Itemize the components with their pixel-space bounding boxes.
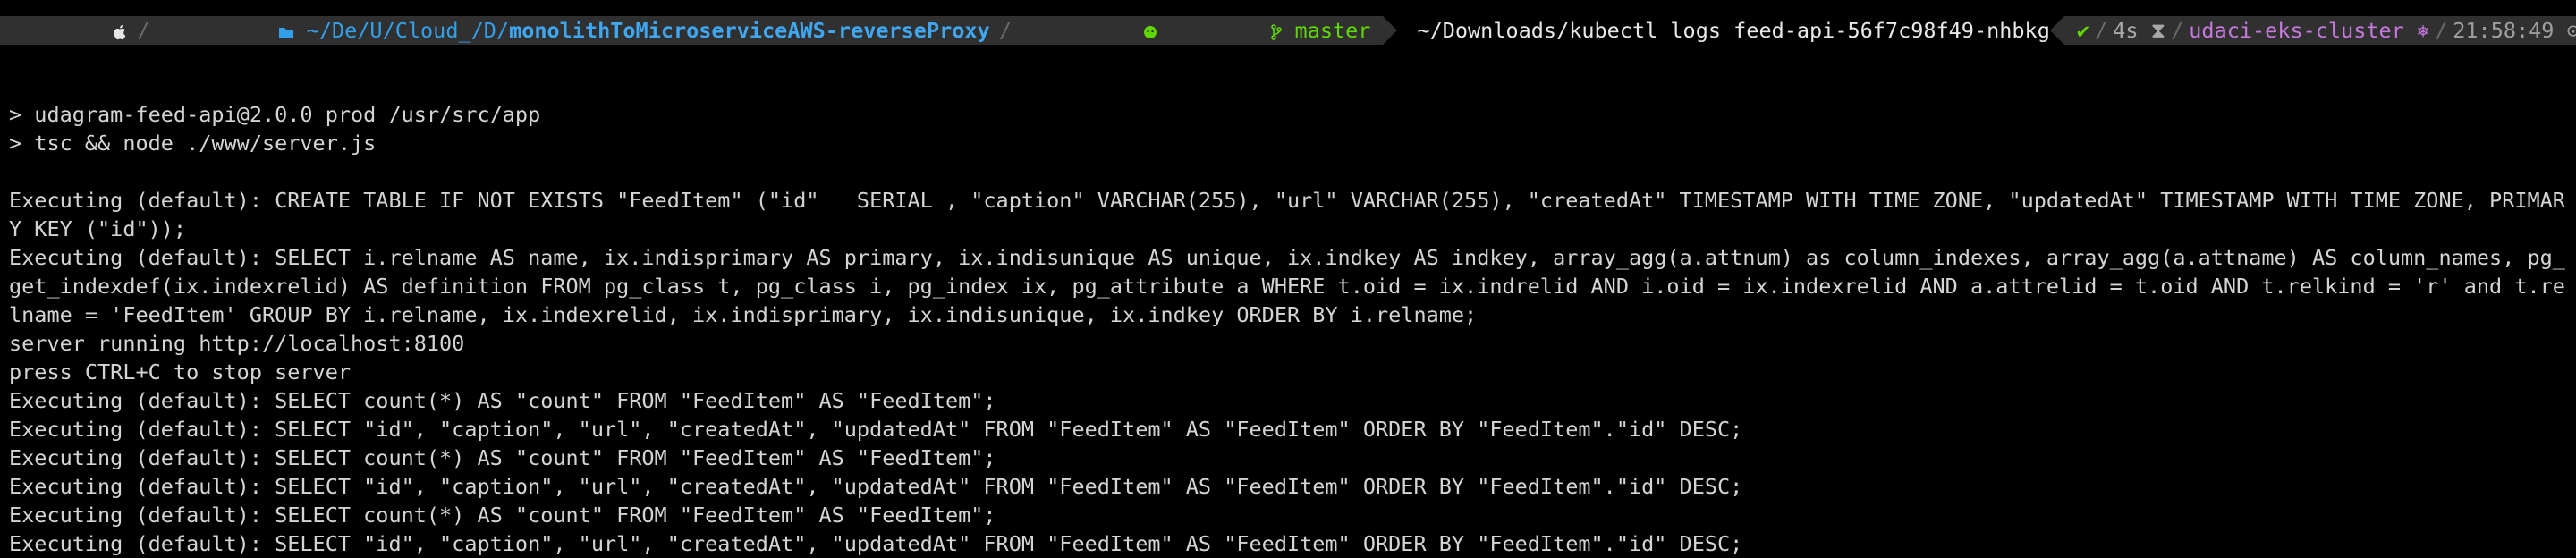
status-ok-icon: ✔ bbox=[2076, 18, 2090, 43]
segment-divider: / bbox=[2095, 18, 2108, 43]
log-line: Executing (default): SELECT "id", "capti… bbox=[9, 417, 1743, 442]
terminal-output[interactable]: > udagram-feed-api@2.0.0 prod /usr/src/a… bbox=[9, 72, 2567, 558]
log-line: Executing (default): CREATE TABLE IF NOT… bbox=[9, 188, 2565, 241]
prompt-left: / ~/De/U/Cloud_/D/monolithToMicroservice… bbox=[0, 16, 2050, 45]
command-text: ~/Downloads/kubectl logs feed-api-56f7c9… bbox=[1417, 18, 2050, 43]
segment-divider: / bbox=[998, 18, 1012, 43]
directory-segment: ~/De/U/Cloud_/D/monolithToMicroserviceAW… bbox=[167, 16, 1033, 45]
kube-context: udaci-eks-cluster ⎈ bbox=[2189, 18, 2430, 43]
apple-icon bbox=[13, 0, 128, 73]
log-line: Executing (default): SELECT i.relname AS… bbox=[9, 245, 2565, 327]
segment-divider: / bbox=[2435, 18, 2448, 43]
duration: 4s ⧗ bbox=[2113, 18, 2166, 43]
log-line: Executing (default): SELECT count(*) AS … bbox=[9, 503, 996, 528]
git-branch-icon bbox=[1170, 0, 1283, 73]
log-line: press CTRL+C to stop server bbox=[9, 359, 352, 385]
segment-divider: / bbox=[137, 18, 150, 43]
github-icon bbox=[1042, 0, 1157, 73]
vcs-segment: master bbox=[1032, 16, 1384, 45]
log-line: server running http://localhost:8100 bbox=[9, 331, 465, 356]
shell-prompt: / ~/De/U/Cloud_/D/monolithToMicroservice… bbox=[0, 16, 2576, 45]
path-prefix: ~/De/U/Cloud_/D/ bbox=[306, 18, 510, 43]
prompt-right: ✔ / 4s ⧗ / udaci-eks-cluster ⎈ / 21:58:4… bbox=[2049, 16, 2576, 45]
os-segment: / bbox=[0, 16, 168, 45]
path-anchor: monolithToMicroserviceAWS-reverseProxy bbox=[509, 18, 990, 43]
log-line: Executing (default): SELECT "id", "capti… bbox=[9, 531, 1743, 556]
branch-name: master bbox=[1294, 18, 1371, 43]
segment-arrow bbox=[1383, 16, 1398, 45]
log-line: Executing (default): SELECT count(*) AS … bbox=[9, 388, 996, 413]
segment-arrow bbox=[2049, 16, 2064, 45]
segment-divider: / bbox=[2171, 18, 2184, 43]
log-line: Executing (default): SELECT "id", "capti… bbox=[9, 474, 1743, 499]
log-line: > udagram-feed-api@2.0.0 prod /usr/src/a… bbox=[9, 102, 541, 127]
log-line: Executing (default): SELECT count(*) AS … bbox=[9, 445, 996, 470]
log-line: > tsc && node ./www/server.js bbox=[9, 131, 377, 156]
clock-time: 21:58:49 ⊙ bbox=[2453, 18, 2576, 43]
status-segment: ✔ / 4s ⧗ / udaci-eks-cluster ⎈ / 21:58:4… bbox=[2063, 16, 2576, 45]
folder-icon bbox=[176, 0, 293, 73]
